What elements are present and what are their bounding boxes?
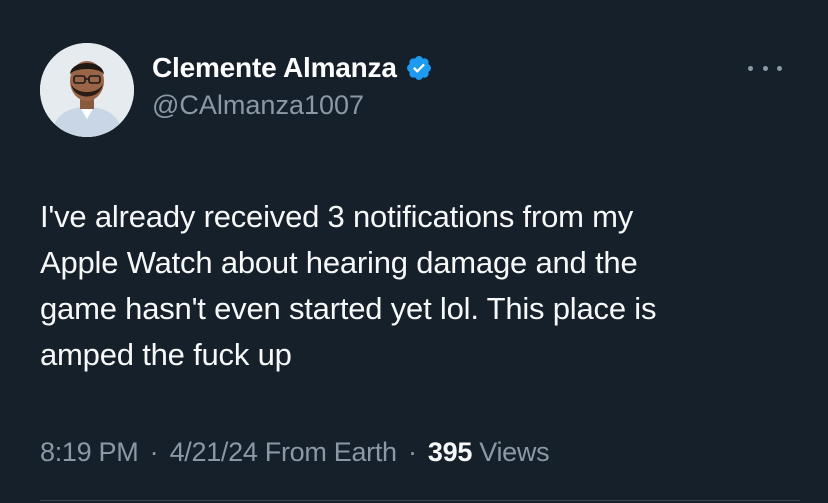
tweet-source: From Earth xyxy=(264,437,397,467)
author-name-row: Clemente Almanza xyxy=(152,48,433,88)
divider xyxy=(40,500,800,501)
tweet-text: I've already received 3 notifications fr… xyxy=(40,199,657,372)
more-options-icon[interactable] xyxy=(748,58,782,78)
author-display-name[interactable]: Clemente Almanza xyxy=(152,52,397,84)
author-handle[interactable]: @CAlmanza1007 xyxy=(152,90,364,121)
more-dot xyxy=(777,65,782,71)
views-label: Views xyxy=(479,437,550,467)
views-count[interactable]: 395 xyxy=(428,437,472,467)
more-dot xyxy=(762,65,768,71)
meta-separator: · xyxy=(407,437,417,467)
tweet-meta: 8:19 PM · 4/21/24 From Earth · 395 Views xyxy=(40,437,550,468)
meta-separator: · xyxy=(149,437,159,467)
tweet-time[interactable]: 8:19 PM xyxy=(40,437,139,467)
tweet-date[interactable]: 4/21/24 xyxy=(170,437,258,467)
more-dot xyxy=(748,65,753,71)
avatar-image xyxy=(40,43,134,137)
avatar[interactable] xyxy=(40,43,134,137)
verified-badge-icon[interactable] xyxy=(405,54,433,82)
